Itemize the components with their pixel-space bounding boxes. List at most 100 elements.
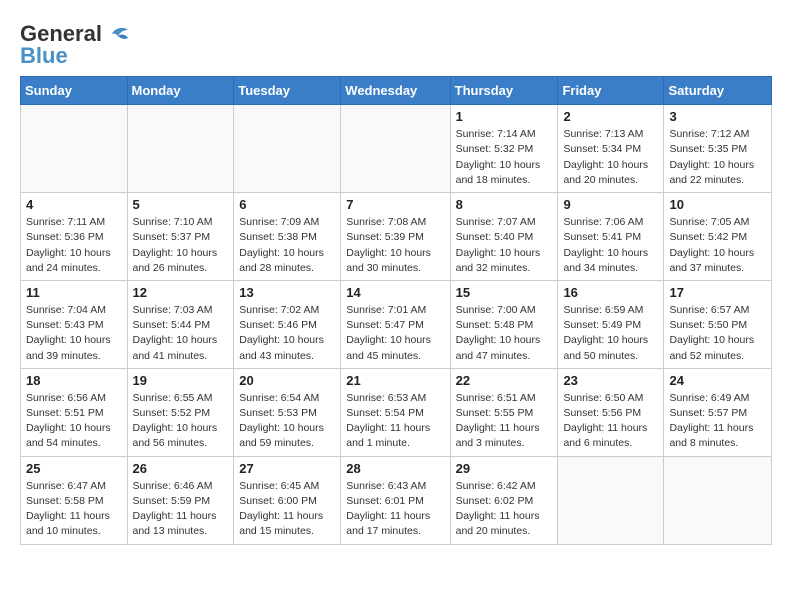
calendar-cell [234, 105, 341, 193]
day-number: 16 [563, 285, 658, 300]
day-number: 9 [563, 197, 658, 212]
day-number: 10 [669, 197, 766, 212]
day-info: Sunrise: 6:55 AMSunset: 5:52 PMDaylight:… [133, 391, 229, 452]
day-info: Sunrise: 6:42 AMSunset: 6:02 PMDaylight:… [456, 479, 553, 540]
day-number: 26 [133, 461, 229, 476]
day-number: 11 [26, 285, 122, 300]
day-number: 25 [26, 461, 122, 476]
day-info: Sunrise: 6:56 AMSunset: 5:51 PMDaylight:… [26, 391, 122, 452]
day-info: Sunrise: 7:03 AMSunset: 5:44 PMDaylight:… [133, 303, 229, 364]
day-info: Sunrise: 6:53 AMSunset: 5:54 PMDaylight:… [346, 391, 444, 452]
day-number: 15 [456, 285, 553, 300]
day-number: 8 [456, 197, 553, 212]
day-number: 23 [563, 373, 658, 388]
day-info: Sunrise: 6:51 AMSunset: 5:55 PMDaylight:… [456, 391, 553, 452]
day-info: Sunrise: 7:05 AMSunset: 5:42 PMDaylight:… [669, 215, 766, 276]
day-number: 2 [563, 109, 658, 124]
calendar-cell: 11 Sunrise: 7:04 AMSunset: 5:43 PMDayligh… [21, 280, 128, 368]
calendar-week-row: 11 Sunrise: 7:04 AMSunset: 5:43 PMDayligh… [21, 280, 772, 368]
column-header-saturday: Saturday [664, 77, 772, 105]
calendar-cell: 21 Sunrise: 6:53 AMSunset: 5:54 PMDayligh… [341, 368, 450, 456]
day-number: 19 [133, 373, 229, 388]
calendar-cell: 4 Sunrise: 7:11 AMSunset: 5:36 PMDaylight… [21, 193, 128, 281]
calendar-cell: 2Sunrise: 7:13 AMSunset: 5:34 PMDaylight… [558, 105, 664, 193]
day-info: Sunrise: 7:11 AMSunset: 5:36 PMDaylight:… [26, 215, 122, 276]
calendar-cell: 19 Sunrise: 6:55 AMSunset: 5:52 PMDayligh… [127, 368, 234, 456]
logo-bird-icon [104, 20, 132, 48]
day-number: 28 [346, 461, 444, 476]
calendar-week-row: 25 Sunrise: 6:47 AMSunset: 5:58 PMDayligh… [21, 456, 772, 544]
calendar-cell: 8 Sunrise: 7:07 AMSunset: 5:40 PMDaylight… [450, 193, 558, 281]
calendar-cell: 10 Sunrise: 7:05 AMSunset: 5:42 PMDayligh… [664, 193, 772, 281]
column-header-tuesday: Tuesday [234, 77, 341, 105]
calendar-cell [558, 456, 664, 544]
calendar-cell: 18 Sunrise: 6:56 AMSunset: 5:51 PMDayligh… [21, 368, 128, 456]
day-info: Sunrise: 6:45 AMSunset: 6:00 PMDaylight:… [239, 479, 335, 540]
day-info: Sunrise: 7:07 AMSunset: 5:40 PMDaylight:… [456, 215, 553, 276]
day-number: 22 [456, 373, 553, 388]
calendar-cell: 5 Sunrise: 7:10 AMSunset: 5:37 PMDaylight… [127, 193, 234, 281]
day-number: 21 [346, 373, 444, 388]
calendar-cell: 29 Sunrise: 6:42 AMSunset: 6:02 PMDayligh… [450, 456, 558, 544]
day-number: 7 [346, 197, 444, 212]
calendar-cell: 20Sunrise: 6:54 AMSunset: 5:53 PMDayligh… [234, 368, 341, 456]
calendar-cell: 13 Sunrise: 7:02 AMSunset: 5:46 PMDayligh… [234, 280, 341, 368]
day-number: 29 [456, 461, 553, 476]
day-number: 6 [239, 197, 335, 212]
day-number: 1 [456, 109, 553, 124]
day-info: Sunrise: 7:14 AMSunset: 5:32 PMDaylight:… [456, 127, 553, 188]
day-number: 14 [346, 285, 444, 300]
day-number: 12 [133, 285, 229, 300]
day-info: Sunrise: 6:49 AMSunset: 5:57 PMDaylight:… [669, 391, 766, 452]
calendar-cell: 15 Sunrise: 7:00 AMSunset: 5:48 PMDayligh… [450, 280, 558, 368]
day-number: 5 [133, 197, 229, 212]
day-info: Sunrise: 6:47 AMSunset: 5:58 PMDaylight:… [26, 479, 122, 540]
calendar-cell: 27 Sunrise: 6:45 AMSunset: 6:00 PMDayligh… [234, 456, 341, 544]
day-info: Sunrise: 7:02 AMSunset: 5:46 PMDaylight:… [239, 303, 335, 364]
day-info: Sunrise: 7:00 AMSunset: 5:48 PMDaylight:… [456, 303, 553, 364]
column-header-sunday: Sunday [21, 77, 128, 105]
day-number: 4 [26, 197, 122, 212]
calendar-cell [21, 105, 128, 193]
calendar-cell: 23Sunrise: 6:50 AMSunset: 5:56 PMDayligh… [558, 368, 664, 456]
calendar-cell: 1 Sunrise: 7:14 AMSunset: 5:32 PMDaylight… [450, 105, 558, 193]
day-number: 18 [26, 373, 122, 388]
calendar-cell: 3 Sunrise: 7:12 AMSunset: 5:35 PMDaylight… [664, 105, 772, 193]
calendar-cell: 12 Sunrise: 7:03 AMSunset: 5:44 PMDayligh… [127, 280, 234, 368]
calendar-cell: 7 Sunrise: 7:08 AMSunset: 5:39 PMDaylight… [341, 193, 450, 281]
column-header-thursday: Thursday [450, 77, 558, 105]
day-info: Sunrise: 7:01 AMSunset: 5:47 PMDaylight:… [346, 303, 444, 364]
day-info: Sunrise: 7:06 AMSunset: 5:41 PMDaylight:… [563, 215, 658, 276]
day-info: Sunrise: 7:12 AMSunset: 5:35 PMDaylight:… [669, 127, 766, 188]
day-info: Sunrise: 7:09 AMSunset: 5:38 PMDaylight:… [239, 215, 335, 276]
day-number: 17 [669, 285, 766, 300]
calendar-table: SundayMondayTuesdayWednesdayThursdayFrid… [20, 76, 772, 544]
column-header-wednesday: Wednesday [341, 77, 450, 105]
logo-text-blue: Blue [20, 44, 68, 68]
calendar-week-row: 18 Sunrise: 6:56 AMSunset: 5:51 PMDayligh… [21, 368, 772, 456]
day-info: Sunrise: 6:57 AMSunset: 5:50 PMDaylight:… [669, 303, 766, 364]
day-info: Sunrise: 6:59 AMSunset: 5:49 PMDaylight:… [563, 303, 658, 364]
day-info: Sunrise: 6:46 AMSunset: 5:59 PMDaylight:… [133, 479, 229, 540]
calendar-cell: 14 Sunrise: 7:01 AMSunset: 5:47 PMDayligh… [341, 280, 450, 368]
calendar-cell: 26 Sunrise: 6:46 AMSunset: 5:59 PMDayligh… [127, 456, 234, 544]
calendar-cell [127, 105, 234, 193]
day-number: 13 [239, 285, 335, 300]
calendar-cell: 28 Sunrise: 6:43 AMSunset: 6:01 PMDayligh… [341, 456, 450, 544]
calendar-header-row: SundayMondayTuesdayWednesdayThursdayFrid… [21, 77, 772, 105]
calendar-cell: 22 Sunrise: 6:51 AMSunset: 5:55 PMDayligh… [450, 368, 558, 456]
column-header-monday: Monday [127, 77, 234, 105]
day-info: Sunrise: 7:08 AMSunset: 5:39 PMDaylight:… [346, 215, 444, 276]
day-number: 3 [669, 109, 766, 124]
day-info: Sunrise: 6:43 AMSunset: 6:01 PMDaylight:… [346, 479, 444, 540]
day-info: Sunrise: 7:04 AMSunset: 5:43 PMDaylight:… [26, 303, 122, 364]
calendar-cell: 17 Sunrise: 6:57 AMSunset: 5:50 PMDayligh… [664, 280, 772, 368]
day-number: 27 [239, 461, 335, 476]
calendar-cell: 25 Sunrise: 6:47 AMSunset: 5:58 PMDayligh… [21, 456, 128, 544]
calendar-cell: 6 Sunrise: 7:09 AMSunset: 5:38 PMDaylight… [234, 193, 341, 281]
day-info: Sunrise: 7:10 AMSunset: 5:37 PMDaylight:… [133, 215, 229, 276]
column-header-friday: Friday [558, 77, 664, 105]
calendar-cell [341, 105, 450, 193]
day-number: 24 [669, 373, 766, 388]
calendar-cell: 24 Sunrise: 6:49 AMSunset: 5:57 PMDayligh… [664, 368, 772, 456]
